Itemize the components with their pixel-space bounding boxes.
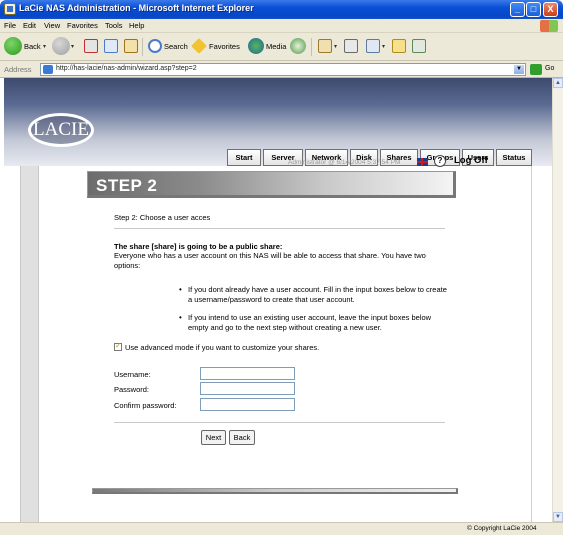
menu-help[interactable]: Help	[129, 21, 144, 30]
step-subtitle: Step 2: Choose a user acces	[114, 213, 211, 222]
advanced-mode-checkbox[interactable]	[114, 341, 122, 351]
bullet-icon: •	[179, 285, 182, 294]
favorites-star-icon[interactable]	[191, 38, 207, 54]
password-label: Password:	[114, 385, 150, 394]
media-button-label[interactable]: Media	[266, 42, 286, 51]
minimize-button[interactable]: _	[510, 2, 525, 17]
footer-box	[92, 488, 458, 494]
print-icon[interactable]	[344, 39, 358, 53]
go-button-label[interactable]: Go	[545, 65, 554, 72]
tab-start[interactable]: Start	[227, 149, 261, 166]
address-dropdown-icon[interactable]: ▼	[514, 65, 524, 74]
search-button-label[interactable]: Search	[164, 42, 188, 51]
back-dropdown-icon[interactable]: ▾	[43, 43, 46, 50]
password-field[interactable]	[200, 382, 295, 395]
maximize-button[interactable]: □	[526, 2, 541, 17]
page-viewport: LACIE Start Server Network Disk Shares G…	[4, 78, 552, 522]
messenger-icon[interactable]	[412, 39, 426, 53]
confirm-password-field[interactable]	[200, 398, 295, 411]
right-margin-line	[531, 166, 532, 522]
close-button[interactable]: X	[543, 2, 558, 17]
vertical-scrollbar[interactable]: ▲ ▼	[552, 78, 563, 522]
uk-flag-icon[interactable]	[417, 158, 428, 166]
go-arrow-icon[interactable]	[530, 64, 542, 75]
option-new-account: If you dont already have a user account.…	[188, 285, 447, 304]
back-arrow-icon[interactable]	[4, 37, 22, 55]
history-icon[interactable]	[290, 38, 306, 54]
back-button[interactable]: Back	[229, 430, 255, 445]
windows-logo-icon	[540, 20, 558, 32]
edit-dropdown-icon[interactable]: ▾	[382, 43, 385, 50]
next-button[interactable]: Next	[201, 430, 226, 445]
title-bar: LaCie NAS Administration - Microsoft Int…	[0, 0, 563, 19]
log-off-link[interactable]: Log Off	[454, 155, 488, 166]
confirm-password-label: Confirm password:	[114, 401, 177, 410]
divider	[114, 422, 445, 423]
window-title: LaCie NAS Administration - Microsoft Int…	[19, 3, 254, 13]
menu-favorites[interactable]: Favorites	[67, 21, 98, 30]
option-existing-account: If you intend to use an existing user ac…	[188, 313, 432, 332]
username-label: Username:	[114, 370, 151, 379]
menu-edit[interactable]: Edit	[23, 21, 36, 30]
favorites-button-label[interactable]: Favorites	[209, 42, 240, 51]
home-icon[interactable]	[124, 39, 138, 53]
toolbar: Back ▾ ▾ Search Favorites Media ▾ ▾	[0, 33, 563, 61]
toolbar-separator	[142, 38, 143, 56]
page-icon	[43, 65, 53, 74]
address-bar: Address http://has-lacie/nas-admin/wizar…	[0, 61, 563, 78]
toolbar-separator	[311, 38, 312, 56]
copyright-text: © Copyright LaCie 2004	[467, 525, 537, 532]
search-icon[interactable]	[148, 39, 162, 53]
status-bar: © Copyright LaCie 2004	[0, 522, 563, 535]
bullet-icon: •	[179, 313, 182, 322]
lacie-logo: LACIE	[28, 113, 94, 147]
admin-timestamp: Administrator @ 6/14/2004 5:37:54 PM	[288, 159, 401, 166]
stop-icon[interactable]	[84, 39, 98, 53]
menu-view[interactable]: View	[44, 21, 60, 30]
mail-dropdown-icon[interactable]: ▾	[334, 43, 337, 50]
help-icon[interactable]: ?	[434, 155, 446, 167]
menu-tools[interactable]: Tools	[105, 21, 123, 30]
advanced-mode-label: Use advanced mode if you want to customi…	[125, 343, 320, 352]
intro-text: Everyone who has a user account on this …	[114, 251, 426, 270]
mail-icon[interactable]	[318, 39, 332, 53]
address-url[interactable]: http://has-lacie/nas-admin/wizard.asp?st…	[56, 65, 197, 72]
address-label: Address	[4, 65, 32, 74]
address-input[interactable]: http://has-lacie/nas-admin/wizard.asp?st…	[40, 63, 526, 76]
username-field[interactable]	[200, 367, 295, 380]
menu-file[interactable]: File	[4, 21, 16, 30]
step-header-box: STEP 2	[87, 171, 456, 198]
tab-status[interactable]: Status	[496, 149, 532, 166]
forward-dropdown-icon[interactable]: ▾	[71, 43, 74, 50]
forward-arrow-icon[interactable]	[52, 37, 70, 55]
ie-page-icon	[4, 3, 16, 15]
menu-bar: File Edit View Favorites Tools Help	[0, 19, 563, 33]
edit-icon[interactable]	[366, 39, 380, 53]
back-button-label[interactable]: Back	[24, 42, 41, 51]
discuss-icon[interactable]	[392, 39, 406, 53]
step-title: STEP 2	[96, 176, 158, 195]
media-icon[interactable]	[248, 38, 264, 54]
left-margin-band	[20, 166, 39, 522]
scroll-down-icon[interactable]: ▼	[553, 512, 563, 522]
refresh-icon[interactable]	[104, 39, 118, 53]
scroll-up-icon[interactable]: ▲	[553, 78, 563, 88]
divider	[114, 228, 445, 229]
